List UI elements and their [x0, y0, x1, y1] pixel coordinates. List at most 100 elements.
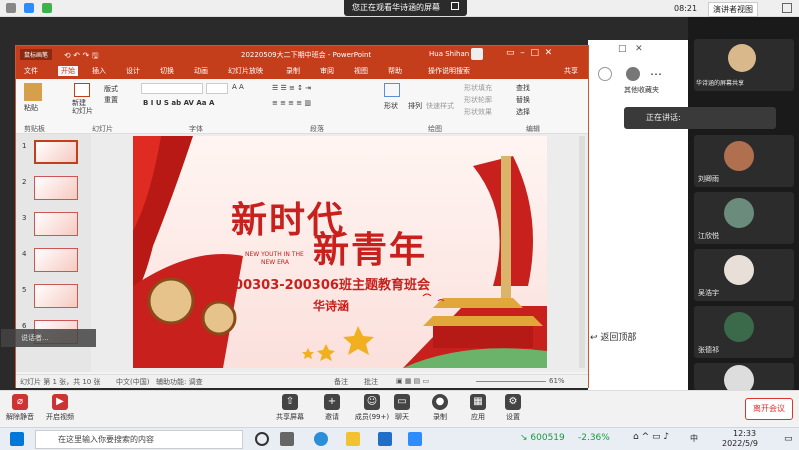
file-explorer-icon[interactable] — [346, 432, 360, 446]
replace-button[interactable]: 替换 — [516, 95, 530, 105]
current-slide[interactable]: 新时代 新青年 NEW YOUTH IN THE NEW ERA 200303-… — [133, 136, 547, 368]
settings-button[interactable]: ⚙ 设置 — [493, 394, 533, 422]
view-buttons[interactable]: ▣ ▦ ▤ ▭ — [396, 377, 429, 385]
accessibility-status[interactable]: 辅助功能: 调查 — [156, 377, 203, 387]
favorites-folder[interactable]: 其他收藏夹 — [624, 85, 659, 95]
shapes-icon[interactable] — [384, 83, 400, 97]
participant-card[interactable]: 江欣悦 — [694, 192, 794, 244]
tab-8[interactable]: 审阅 — [320, 66, 334, 76]
task-view-icon[interactable] — [280, 432, 294, 446]
format-buttons[interactable]: B I U S ab AV Aa A — [143, 99, 214, 107]
notification-icon[interactable]: ▭ — [784, 434, 793, 444]
slide-thumbnail[interactable] — [34, 140, 78, 164]
tray-icons[interactable]: ⌂ ^ ▭ ♪ — [633, 432, 669, 442]
stock-code[interactable]: ↘ 600519 — [520, 433, 565, 443]
comments-button[interactable]: 批注 — [364, 377, 378, 387]
shield-icon[interactable] — [24, 3, 34, 13]
notes-button[interactable]: 备注 — [334, 377, 348, 387]
paste-label[interactable]: 粘贴 — [24, 103, 38, 113]
paragraph-buttons[interactable]: ☰ ☰ ≡ ↕ ⇥ — [272, 84, 311, 92]
participant-card[interactable]: 张德祁 — [694, 306, 794, 358]
slide-canvas: 新时代 新青年 NEW YOUTH IN THE NEW ERA 200303-… — [91, 134, 588, 372]
tab-5[interactable]: 动画 — [194, 66, 208, 76]
leave-meeting-button[interactable]: 离开会议 — [745, 398, 793, 420]
font-size-buttons[interactable]: A A — [232, 83, 244, 91]
taskbar-time[interactable]: 12:33 — [733, 429, 756, 438]
shape-fill-button[interactable]: 形状填充 — [464, 83, 492, 93]
gear-icon: ⚙ — [505, 394, 521, 410]
options-icon[interactable] — [450, 2, 459, 10]
mute-label: 解除静音 — [6, 413, 34, 421]
slide-thumbnail[interactable] — [34, 176, 78, 200]
tab-7[interactable]: 录制 — [286, 66, 300, 76]
reset-button[interactable]: 重置 — [104, 95, 118, 105]
profile-icon[interactable] — [626, 67, 640, 81]
pen-tool-button[interactable]: 鼠标画笔 — [20, 49, 53, 60]
mute-button[interactable]: ⌀ 解除静音 — [0, 394, 40, 422]
tab-0[interactable]: 文件 — [24, 66, 38, 76]
background-browser: □ ✕ ⋯ 其他收藏夹 ↩ 返回顶部 — [588, 40, 688, 390]
font-name-box[interactable] — [141, 83, 203, 94]
taskbar-date[interactable]: 2022/5/9 — [722, 439, 758, 448]
window-title: 20220509大二下期中班会 - PowerPoint — [241, 51, 372, 59]
meeting-controls: ⌀ 解除静音 ▶ 开启视频 ⇧ 共享屏幕 + 邀请 ☺ 成员(99+) ▭ 聊天 ● 录制 ▦… — [0, 390, 799, 427]
tab-3[interactable]: 设计 — [126, 66, 140, 76]
fullscreen-icon[interactable] — [782, 3, 792, 13]
language-status[interactable]: 中文(中国) — [116, 377, 149, 387]
select-button[interactable]: 选择 — [516, 107, 530, 117]
video-button[interactable]: ▶ 开启视频 — [40, 394, 80, 422]
refresh-icon[interactable] — [598, 67, 612, 81]
participant-card[interactable]: 吴浩宇 — [694, 249, 794, 301]
zoom-level[interactable]: 61% — [549, 377, 565, 385]
taskbar-search[interactable]: 在这里输入你要搜索的内容 — [35, 430, 243, 449]
host-share-card[interactable]: 华诗涵的屏幕共享 — [694, 39, 794, 91]
chat-button[interactable]: ▭ 聊天 — [382, 394, 422, 422]
shapes-label[interactable]: 形状 — [384, 101, 398, 111]
info-icon[interactable] — [6, 3, 16, 13]
cortana-icon[interactable] — [255, 432, 269, 446]
participant-card[interactable]: 刘卿雨 — [694, 135, 794, 187]
user-avatar[interactable] — [471, 48, 483, 60]
tell-me-search[interactable]: 操作说明搜索 — [428, 66, 470, 76]
tab-4[interactable]: 切换 — [160, 66, 174, 76]
new-slide-label[interactable]: 新建 幻灯片 — [72, 99, 93, 115]
tab-2[interactable]: 插入 — [92, 66, 106, 76]
share-screen-button[interactable]: ⇧ 共享屏幕 — [270, 394, 310, 422]
apps-button[interactable]: ▦ 应用 — [458, 394, 498, 422]
arrange-label[interactable]: 排列 — [408, 101, 422, 111]
find-button[interactable]: 查找 — [516, 83, 530, 93]
slide-thumbnail[interactable] — [34, 248, 78, 272]
tab-9[interactable]: 视图 — [354, 66, 368, 76]
meeting-app-icon[interactable] — [408, 432, 422, 446]
slide-thumbnail[interactable] — [34, 212, 78, 236]
layout-button[interactable]: 版式 — [104, 84, 118, 94]
paste-icon[interactable] — [24, 83, 42, 101]
mail-icon[interactable] — [378, 432, 392, 446]
class-title: 200303-200306班主题教育班会 — [225, 278, 430, 293]
ime-indicator[interactable]: 中 — [690, 433, 698, 444]
back-to-top-link[interactable]: ↩ 返回顶部 — [590, 330, 636, 343]
vertical-scrollbar[interactable] — [579, 136, 585, 368]
zoom-slider[interactable] — [476, 381, 546, 382]
record-button[interactable]: ● 录制 — [420, 394, 460, 422]
windows-start-icon[interactable] — [10, 432, 24, 446]
font-size-box[interactable] — [206, 83, 228, 94]
align-buttons[interactable]: ≡ ≡ ≡ ≡ ▥ — [272, 99, 311, 107]
shape-effect-button[interactable]: 形状效果 — [464, 107, 492, 117]
slide-thumbnail[interactable] — [34, 284, 78, 308]
window-controls[interactable]: ▭ – □ ✕ — [506, 48, 552, 58]
shape-outline-button[interactable]: 形状轮廓 — [464, 95, 492, 105]
tab-1[interactable]: 开始 — [58, 66, 78, 76]
share-button[interactable]: 共享 — [564, 66, 578, 76]
tab-6[interactable]: 幻灯片放映 — [228, 66, 263, 76]
quick-styles-label[interactable]: 快速样式 — [426, 101, 454, 111]
participant-card[interactable] — [694, 363, 794, 395]
speaker-view-button[interactable]: 演讲者视图 — [708, 2, 758, 17]
tab-10[interactable]: 帮助 — [388, 66, 402, 76]
quick-access-icons[interactable]: ⟲ ↶ ↷ 🖫 — [64, 50, 99, 64]
new-slide-icon[interactable] — [74, 83, 90, 97]
avatar — [724, 312, 754, 342]
more-icon[interactable]: ⋯ — [650, 67, 662, 81]
invite-button[interactable]: + 邀请 — [312, 394, 352, 422]
edge-icon[interactable] — [314, 432, 328, 446]
